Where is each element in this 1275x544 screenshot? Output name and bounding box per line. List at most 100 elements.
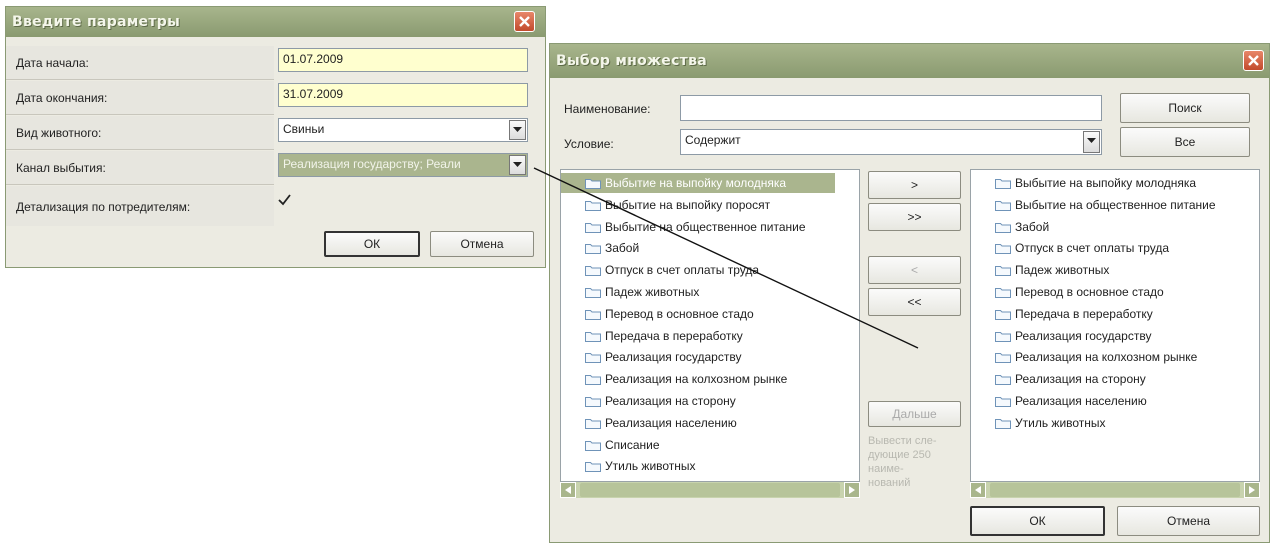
scroll-left-button[interactable]	[560, 482, 576, 498]
folder-icon	[995, 373, 1011, 386]
list-item[interactable]: Реализация на сторону	[971, 369, 1259, 389]
channel-label: Канал выбытия:	[16, 161, 106, 175]
list-item[interactable]: Списание	[561, 435, 859, 455]
list-item[interactable]: Выбытие на общественное питание	[971, 195, 1259, 215]
list-item[interactable]: Реализация государству	[561, 347, 859, 367]
row-detail: Детализация по потредителям:	[6, 186, 274, 226]
list-item[interactable]: Выбытие на общественное питание	[561, 217, 859, 237]
list-item-label: Перевод в основное стадо	[1015, 285, 1164, 299]
end-date-field[interactable]: 31.07.2009	[278, 83, 528, 107]
params-ok-button[interactable]: ОК	[324, 231, 420, 257]
all-button[interactable]: Все	[1120, 127, 1250, 157]
set-close-button[interactable]	[1243, 50, 1264, 71]
channel-value: Реализация государству; Реали	[283, 157, 461, 171]
list-item-label: Реализация на сторону	[605, 394, 736, 408]
folder-icon	[585, 286, 601, 298]
folder-icon	[585, 199, 601, 211]
scroll-thumb[interactable]	[580, 483, 840, 497]
list-item[interactable]: Реализация населению	[971, 391, 1259, 411]
folder-icon	[995, 308, 1011, 320]
params-dialog: Введите параметры Дата начала: 01.07.200…	[5, 6, 546, 268]
list-item[interactable]: Реализация населению	[561, 413, 859, 433]
list-item-label: Списание	[605, 437, 660, 452]
channel-select[interactable]: Реализация государству; Реали	[278, 153, 528, 177]
scroll-right-button[interactable]	[844, 482, 860, 498]
list-item-label: Отпуск в счет оплаты труда	[1015, 241, 1170, 256]
list-item-label: Отпуск в счет оплаты труда	[605, 263, 760, 278]
folder-icon	[995, 221, 1011, 233]
list-item[interactable]: Передача в переработку	[971, 304, 1259, 324]
animal-dropdown-button[interactable]	[509, 120, 526, 140]
folder-icon	[585, 308, 601, 320]
scroll-left-button[interactable]	[970, 482, 986, 498]
selected-scrollbar[interactable]	[970, 482, 1260, 498]
detail-checkbox[interactable]	[278, 194, 291, 207]
scroll-right-button[interactable]	[1244, 482, 1260, 498]
list-item-label: Падеж животных	[605, 285, 700, 299]
folder-icon	[585, 221, 601, 233]
set-dialog: Выбор множества Наименование: Поиск Усло…	[549, 43, 1270, 543]
animal-select[interactable]: Свиньи	[278, 118, 528, 142]
list-item[interactable]: Выбытие на выпойку молодняка	[561, 173, 835, 193]
folder-icon	[995, 264, 1011, 277]
folder-icon	[585, 460, 601, 473]
channel-dropdown-button[interactable]	[509, 155, 526, 175]
list-item[interactable]: Забой	[561, 238, 859, 258]
start-date-field[interactable]: 01.07.2009	[278, 48, 528, 72]
next-button[interactable]: Дальше	[868, 401, 961, 427]
list-item-label: Выбытие на общественное питание	[605, 219, 806, 234]
set-cancel-button[interactable]: Отмена	[1117, 506, 1260, 536]
name-input[interactable]	[680, 95, 1102, 121]
list-item[interactable]: Реализация на сторону	[561, 391, 859, 411]
move-right-button[interactable]: >	[868, 171, 961, 199]
condition-dropdown-button[interactable]	[1083, 131, 1100, 153]
scroll-thumb[interactable]	[990, 483, 1240, 497]
list-item[interactable]: Падеж животных	[971, 260, 1259, 280]
move-all-left-button[interactable]: <<	[868, 288, 961, 316]
list-item[interactable]: Выбытие на выпойку поросят	[561, 195, 859, 215]
list-item[interactable]: Отпуск в счет оплаты труда	[561, 260, 859, 280]
list-item[interactable]: Падеж животных	[561, 282, 859, 302]
list-item[interactable]: Реализация государству	[971, 326, 1259, 346]
next-hint: Вывести сле- дующие 250 наиме- нований	[868, 434, 937, 490]
params-cancel-button[interactable]: Отмена	[430, 231, 534, 257]
list-item[interactable]: Отпуск в счет оплаты труда	[971, 238, 1259, 258]
condition-select[interactable]: Содержит	[680, 129, 1102, 155]
hint-line: наиме-	[868, 463, 904, 475]
row-start-date: Дата начала:	[6, 46, 274, 80]
list-item-label: Реализация на сторону	[1015, 372, 1146, 387]
row-animal: Вид животного:	[6, 116, 274, 150]
move-left-button[interactable]: <	[868, 256, 961, 284]
list-item[interactable]: Утиль животных	[561, 456, 859, 476]
hint-line: Вывести сле-	[868, 435, 937, 447]
list-item[interactable]: Забой	[971, 217, 1259, 237]
folder-icon	[995, 177, 1011, 189]
list-item-label: Забой	[605, 241, 640, 256]
list-item[interactable]: Утиль животных	[971, 413, 1259, 433]
available-scrollbar[interactable]	[560, 482, 860, 498]
hint-line: дующие 250	[868, 449, 931, 461]
set-ok-button[interactable]: ОК	[970, 506, 1105, 536]
list-item[interactable]: Передача в переработку	[561, 326, 859, 346]
search-button[interactable]: Поиск	[1120, 93, 1250, 123]
animal-value: Свиньи	[283, 122, 325, 136]
list-item-label: Выбытие на выпойку молодняка	[605, 176, 787, 190]
params-close-button[interactable]	[514, 11, 535, 32]
folder-icon	[995, 330, 1011, 342]
detail-label: Детализация по потредителям:	[16, 200, 191, 214]
params-titlebar[interactable]: Введите параметры	[6, 7, 545, 37]
start-date-label: Дата начала:	[16, 56, 89, 70]
list-item[interactable]: Реализация на колхозном рынке	[561, 369, 859, 389]
folder-icon	[585, 439, 601, 451]
move-all-right-button[interactable]: >>	[868, 203, 961, 231]
list-item[interactable]: Реализация на колхозном рынке	[971, 347, 1259, 367]
set-titlebar[interactable]: Выбор множества	[550, 44, 1269, 78]
name-label: Наименование:	[564, 102, 651, 116]
list-item-label: Забой	[1015, 219, 1050, 234]
folder-icon	[585, 264, 601, 277]
list-item[interactable]: Перевод в основное стадо	[561, 304, 859, 324]
available-list[interactable]: Выбытие на выпойку молодняка Выбытие на в…	[560, 169, 860, 482]
list-item[interactable]: Выбытие на выпойку молодняка	[971, 173, 1259, 193]
list-item[interactable]: Перевод в основное стадо	[971, 282, 1259, 302]
selected-list[interactable]: Выбытие на выпойку молодняка Выбытие на о…	[970, 169, 1260, 482]
